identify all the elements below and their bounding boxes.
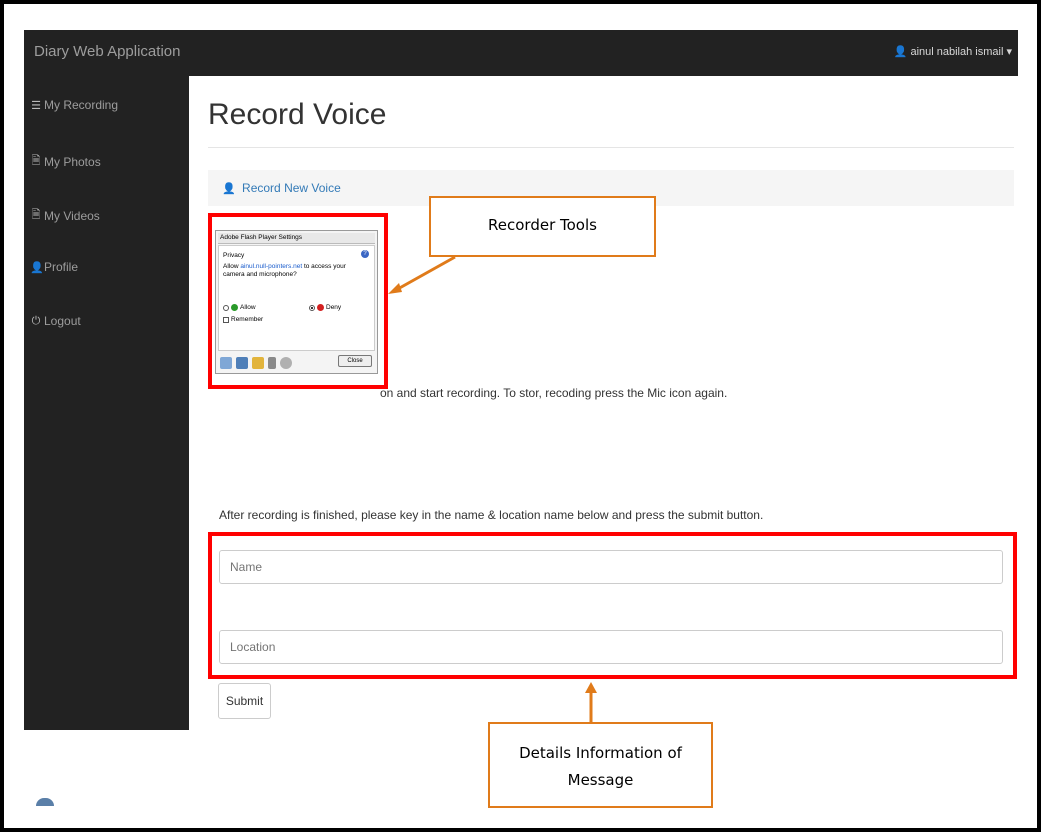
details-arrow-head xyxy=(585,682,597,693)
recorder-arrow-head xyxy=(388,283,402,294)
callout-arrows xyxy=(388,255,597,722)
recorder-arrow-line xyxy=(395,255,456,292)
